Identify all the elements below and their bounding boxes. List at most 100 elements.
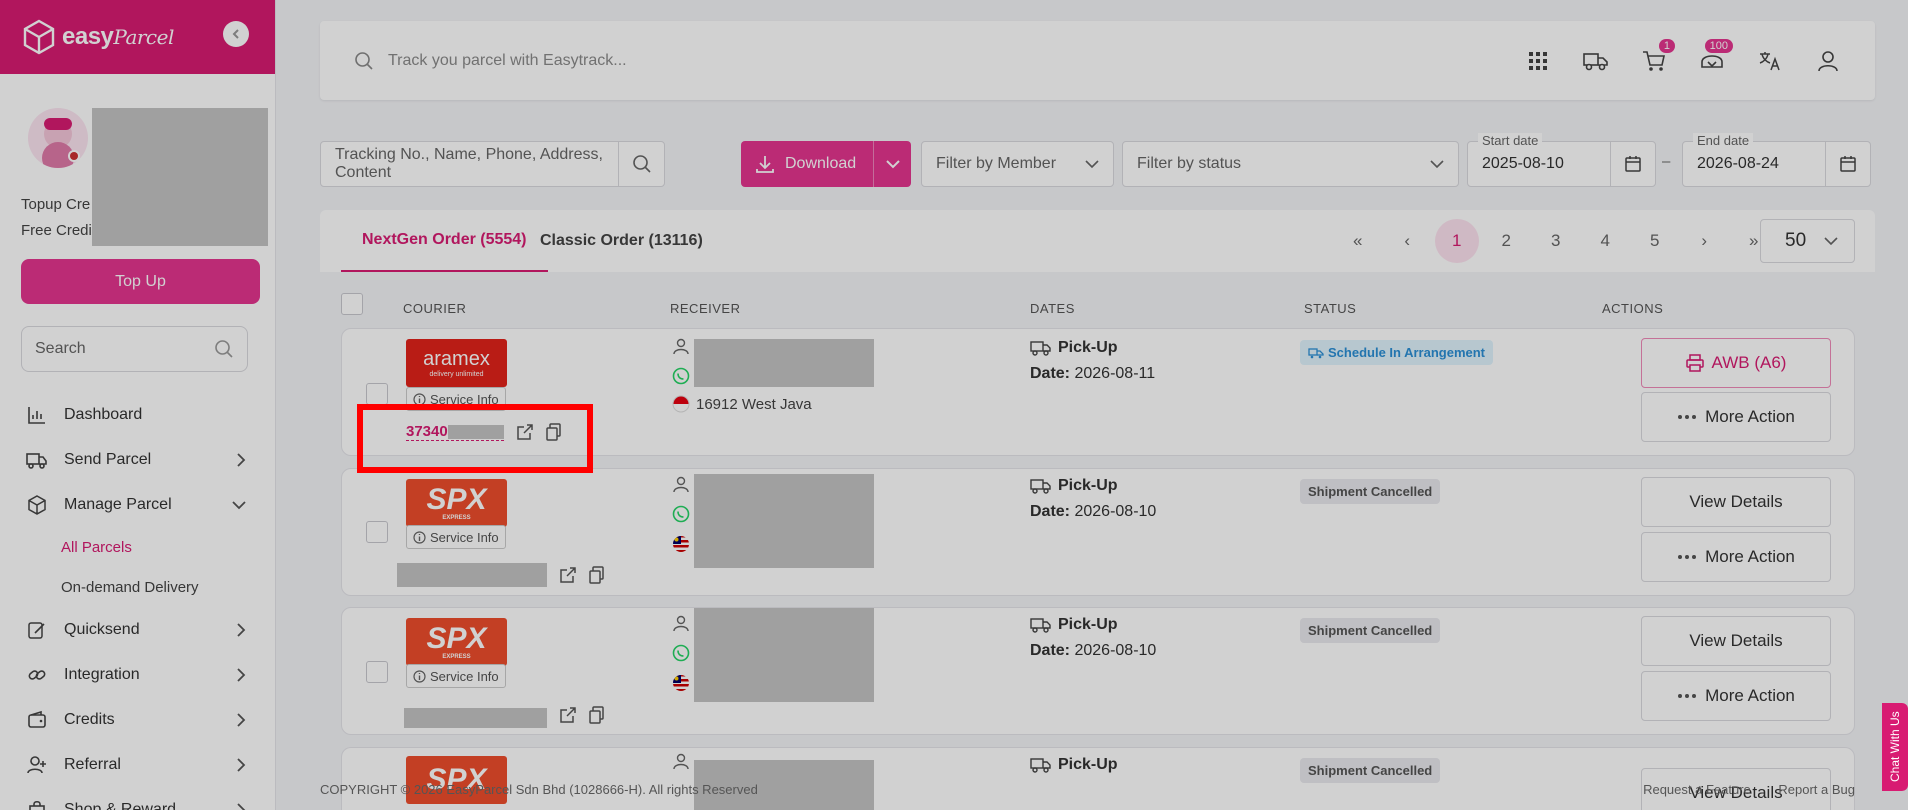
sidebar-item-quicksend[interactable]: Quicksend — [0, 607, 276, 652]
sidebar-search-input[interactable]: Search — [21, 326, 248, 372]
tab-classic-order[interactable]: Classic Order (13116) — [540, 210, 703, 272]
cart-badge: 1 — [1658, 38, 1675, 53]
cart-icon[interactable]: 1 — [1641, 38, 1675, 74]
copy-icon[interactable] — [589, 566, 605, 584]
apps-grid-icon[interactable] — [1525, 48, 1551, 74]
chat-with-us-button[interactable]: Chat With Us — [1882, 703, 1908, 791]
pager-page-4[interactable]: 4 — [1581, 219, 1631, 263]
row-checkbox[interactable] — [366, 521, 388, 543]
download-icon — [755, 154, 775, 174]
user-plus-icon — [26, 754, 48, 776]
service-info-button[interactable]: Service Info — [406, 525, 506, 549]
notification-icon[interactable]: 100 — [1699, 38, 1733, 74]
free-credit-label: Free Credi — [21, 222, 92, 239]
sidebar-item-all-parcels[interactable]: All Parcels — [0, 527, 276, 567]
request-feature-link[interactable]: Request a Feature — [1643, 782, 1751, 797]
parcel-search-input[interactable]: Tracking No., Name, Phone, Address, Cont… — [320, 141, 665, 187]
logo-box-icon — [22, 19, 56, 55]
pager-page-5[interactable]: 5 — [1630, 219, 1680, 263]
top-up-button[interactable]: Top Up — [21, 259, 260, 304]
avatar[interactable] — [28, 108, 88, 168]
receiver-name-icon — [672, 475, 690, 493]
pager-prev-button[interactable]: ‹ — [1383, 219, 1433, 263]
pager-page-3[interactable]: 3 — [1531, 219, 1581, 263]
start-date-input[interactable]: Start date 2025-08-10 — [1467, 133, 1656, 187]
truck-icon — [1030, 477, 1052, 495]
courier-logo-spx: SPX EXPRESS — [406, 618, 507, 666]
chevron-down-icon — [1824, 236, 1838, 246]
select-all-checkbox[interactable] — [341, 293, 363, 315]
pager-next-button[interactable]: › — [1680, 219, 1730, 263]
calendar-icon[interactable] — [1825, 142, 1870, 186]
brand-logo-text[interactable]: easyParcel — [62, 23, 174, 51]
sidebar-item-manage-parcel[interactable]: Manage Parcel — [0, 482, 276, 527]
redacted-tracking — [397, 563, 547, 587]
table-row: SPX Pick-Up Shipment Cancelled View Deta… — [341, 747, 1855, 810]
view-details-button[interactable]: View Details — [1641, 616, 1831, 666]
chevron-down-icon — [1085, 159, 1099, 169]
row-checkbox[interactable] — [366, 383, 388, 405]
service-info-button[interactable]: Service Info — [406, 664, 506, 688]
sidebar-item-dashboard[interactable]: Dashboard — [0, 392, 276, 437]
info-icon — [413, 530, 426, 544]
chevron-down-icon — [1430, 159, 1444, 169]
receiver-name-icon — [672, 337, 690, 355]
pager-page-1[interactable]: 1 — [1434, 219, 1479, 263]
indonesia-flag-icon — [672, 395, 690, 413]
sidebar-item-referral[interactable]: Referral — [0, 742, 276, 787]
download-button[interactable]: Download — [741, 141, 911, 187]
translate-icon[interactable] — [1757, 48, 1783, 74]
date-range-dash: – — [1662, 153, 1671, 170]
info-icon — [413, 669, 426, 683]
filter-by-status-select[interactable]: Filter by status — [1122, 141, 1459, 187]
view-details-button[interactable]: View Details — [1641, 477, 1831, 527]
more-action-button[interactable]: More Action — [1641, 671, 1831, 721]
link-icon — [26, 664, 48, 686]
easytrack-search-input[interactable]: Track you parcel with Easytrack... — [388, 52, 1525, 70]
chart-icon — [26, 404, 48, 426]
edit-box-icon — [26, 619, 48, 641]
tracking-number-row — [404, 702, 605, 728]
search-icon[interactable] — [618, 142, 664, 186]
copy-icon[interactable] — [589, 706, 605, 724]
delivery-truck-icon[interactable] — [1583, 48, 1609, 74]
courier-logo-spx: SPX EXPRESS — [406, 479, 507, 527]
sidebar-item-send-parcel[interactable]: Send Parcel — [0, 437, 276, 482]
sidebar-item-integration[interactable]: Integration — [0, 652, 276, 697]
shop-icon — [26, 799, 48, 810]
filter-by-member-select[interactable]: Filter by Member — [921, 141, 1114, 187]
notification-badge: 100 — [1704, 38, 1733, 53]
redacted-receiver — [694, 339, 874, 387]
sidebar-item-credits[interactable]: Credits — [0, 697, 276, 742]
collapse-sidebar-button[interactable] — [223, 21, 249, 47]
highlight-box — [357, 404, 593, 473]
open-external-icon[interactable] — [559, 706, 577, 724]
chevron-right-icon — [236, 712, 246, 727]
dates-cell: Pick-Up Date: 2026-08-10 — [1030, 616, 1157, 659]
report-bug-link[interactable]: Report a Bug — [1778, 782, 1855, 797]
awb-print-button[interactable]: AWB (A6) — [1641, 338, 1831, 388]
sidebar-item-on-demand-delivery[interactable]: On-demand Delivery — [0, 567, 276, 607]
pagination: « ‹ 1 2 3 4 5 › » — [1333, 219, 1779, 263]
dates-cell: Pick-Up Date: 2026-08-10 — [1030, 477, 1157, 520]
pager-first-button[interactable]: « — [1333, 219, 1383, 263]
tab-nextgen-order[interactable]: NextGen Order (5554) — [341, 210, 548, 272]
brand-header: easyParcel — [0, 0, 275, 74]
status-badge: Shipment Cancelled — [1300, 618, 1441, 643]
end-date-input[interactable]: End date 2026-08-24 — [1682, 133, 1871, 187]
chevron-right-icon — [236, 667, 246, 682]
calendar-icon[interactable] — [1610, 142, 1655, 186]
whatsapp-icon — [672, 644, 690, 662]
chevron-down-icon[interactable] — [873, 141, 911, 187]
sidebar-item-shop-reward[interactable]: Shop & Reward — [0, 787, 276, 810]
more-action-button[interactable]: More Action — [1641, 392, 1831, 442]
open-external-icon[interactable] — [559, 566, 577, 584]
per-page-select[interactable]: 50 — [1760, 219, 1855, 263]
column-header-dates: DATES — [1030, 300, 1075, 316]
truck-icon — [26, 449, 48, 471]
more-action-button[interactable]: More Action — [1641, 532, 1831, 582]
pager-page-2[interactable]: 2 — [1482, 219, 1532, 263]
user-account-icon[interactable] — [1815, 48, 1841, 74]
receiver-name-icon — [672, 752, 690, 770]
row-checkbox[interactable] — [366, 661, 388, 683]
